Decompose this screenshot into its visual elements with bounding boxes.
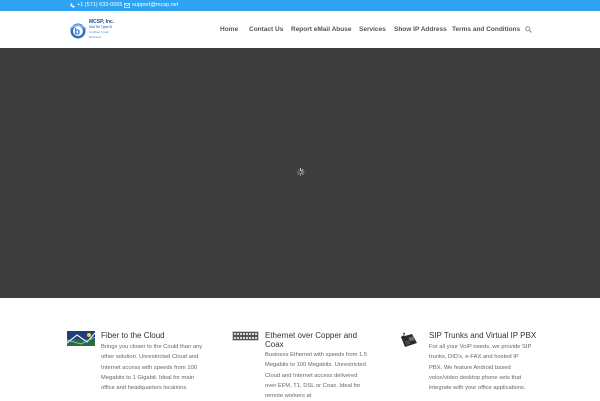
network-switch-icon [232, 331, 259, 341]
search-icon[interactable] [525, 26, 532, 33]
site-header: b MCSP, Inc. Mid Tel Type B Certified Sm… [0, 11, 600, 48]
feature-title: Ethernet over Copper and Coax [265, 331, 358, 349]
phone-contact[interactable]: +1 (571) 633-0565 [70, 0, 122, 11]
nav-report-email-abuse[interactable]: Report eMail Abuse [291, 26, 351, 33]
logo-text: MCSP, Inc. Mid Tel Type B Certified Smal… [89, 20, 116, 40]
svg-text:b: b [75, 27, 81, 37]
nav-services[interactable]: Services [359, 26, 386, 33]
desk-phone-icon [401, 332, 417, 347]
top-bar: +1 (571) 633-0565 support@mcsp.net [0, 0, 600, 11]
phone-number: +1 (571) 633-0565 [77, 2, 123, 8]
fiber-image-icon [67, 331, 95, 346]
logo-mark: b [68, 20, 88, 40]
feature-title: SIP Trunks and Virtual IP PBX [429, 331, 537, 340]
site-logo[interactable]: b MCSP, Inc. Mid Tel Type B Certified Sm… [68, 19, 116, 41]
nav-contact-us[interactable]: Contact Us [249, 26, 283, 33]
logo-subtagline: Certified Small Business [89, 30, 109, 39]
hero-slider [0, 48, 600, 298]
feature-title: Fiber to the Cloud [101, 331, 165, 340]
nav-home[interactable]: Home [220, 26, 238, 33]
mail-icon [124, 3, 130, 8]
phone-icon [70, 3, 75, 8]
spinner-icon [296, 168, 304, 176]
feature-text: For all your VoIP needs, we provide SIP … [429, 344, 532, 392]
email-address: support@mcsp.net [132, 2, 179, 8]
feature-text: Brings you closer to the Could than any … [101, 344, 203, 392]
email-contact[interactable]: support@mcsp.net [124, 0, 178, 11]
features-section: Fiber to the Cloud Brings you closer to … [0, 298, 600, 400]
feature-text: Business Ethernet with speeds from 1.5 M… [265, 352, 368, 400]
nav-terms-and-conditions[interactable]: Terms and Conditions [452, 26, 520, 33]
nav-show-ip-address[interactable]: Show IP Address [394, 26, 447, 33]
